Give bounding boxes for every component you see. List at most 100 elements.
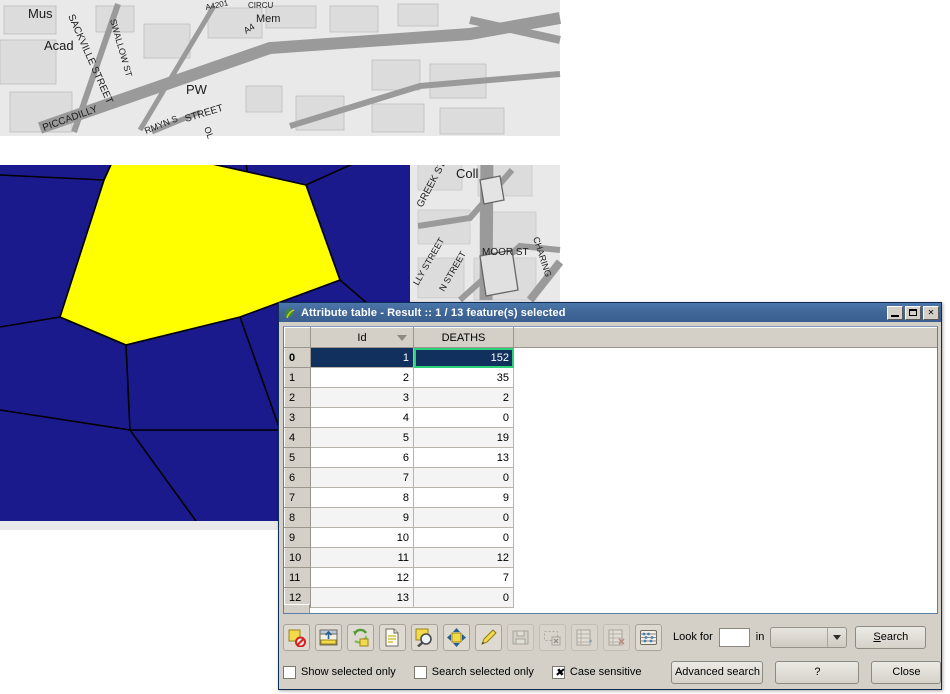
copy-selected-rows-icon[interactable] [379, 624, 406, 651]
cell-id[interactable]: 10 [311, 528, 414, 548]
maximize-button[interactable] [905, 306, 921, 320]
table-row[interactable]: 232 [285, 388, 514, 408]
table-body[interactable]: 0115212352323404519561367078989091001011… [285, 348, 514, 608]
cell-id[interactable]: 1 [311, 348, 414, 368]
attribute-grid-area[interactable]: Id DEATHS 011521235232340451956136707898… [283, 326, 938, 614]
unselect-all-icon[interactable] [283, 624, 310, 651]
svg-text:Acad: Acad [44, 38, 74, 53]
cell-deaths[interactable]: 35 [414, 368, 514, 388]
title-bar[interactable]: Attribute table - Result :: 1 / 13 featu… [279, 303, 941, 322]
row-header-cell[interactable]: 11 [285, 568, 311, 588]
cell-deaths[interactable]: 12 [414, 548, 514, 568]
row-header-cell[interactable]: 4 [285, 428, 311, 448]
cell-id[interactable]: 8 [311, 488, 414, 508]
column-header-deaths-label: DEATHS [442, 332, 486, 344]
delete-selected-icon[interactable] [539, 624, 566, 651]
row-header-cell[interactable]: 8 [285, 508, 311, 528]
save-edits-icon[interactable] [507, 624, 534, 651]
window-controls: ✕ [887, 306, 939, 320]
svg-text:MOOR ST: MOOR ST [482, 247, 529, 258]
table-row[interactable]: 01152 [285, 348, 514, 368]
row-header-cell[interactable]: 7 [285, 488, 311, 508]
table-row[interactable]: 340 [285, 408, 514, 428]
open-field-calculator-icon[interactable] [635, 624, 662, 651]
attribute-table-toolbar[interactable]: Look for in Search [283, 620, 938, 654]
row-header-cell[interactable]: 5 [285, 448, 311, 468]
close-icon: ✕ [924, 307, 938, 319]
row-header-cell[interactable]: 6 [285, 468, 311, 488]
search-button[interactable]: Search [855, 626, 926, 649]
case-sensitive-box[interactable] [552, 666, 565, 679]
help-button[interactable]: ? [775, 661, 859, 684]
table-row[interactable]: 9100 [285, 528, 514, 548]
delete-column-icon[interactable] [603, 624, 630, 651]
chevron-down-icon[interactable] [827, 628, 846, 647]
table-row[interactable]: 12130 [285, 588, 514, 608]
row-header-cell[interactable]: 2 [285, 388, 311, 408]
row-header-cell[interactable]: 9 [285, 528, 311, 548]
cell-deaths[interactable]: 0 [414, 468, 514, 488]
table-row[interactable]: 1235 [285, 368, 514, 388]
attribute-table-options-row[interactable]: Show selected only Search selected only … [283, 658, 938, 686]
cell-id[interactable]: 9 [311, 508, 414, 528]
table-header-row: Id DEATHS [285, 328, 514, 348]
cell-id[interactable]: 11 [311, 548, 414, 568]
cell-id[interactable]: 4 [311, 408, 414, 428]
minimize-button[interactable] [887, 306, 903, 320]
cell-deaths[interactable]: 0 [414, 408, 514, 428]
invert-selection-icon[interactable] [347, 624, 374, 651]
cell-deaths[interactable]: 7 [414, 568, 514, 588]
row-header-corner[interactable] [285, 328, 311, 348]
case-sensitive-label: Case sensitive [570, 666, 642, 678]
zoom-map-to-selected-icon[interactable] [411, 624, 438, 651]
move-selection-to-top-icon[interactable] [315, 624, 342, 651]
pan-map-to-selected-icon[interactable] [443, 624, 470, 651]
close-button[interactable]: Close [871, 661, 941, 684]
toggle-editing-mode-icon[interactable] [475, 624, 502, 651]
cell-id[interactable]: 13 [311, 588, 414, 608]
cell-id[interactable]: 7 [311, 468, 414, 488]
row-header-cell[interactable]: 3 [285, 408, 311, 428]
table-row[interactable]: 5613 [285, 448, 514, 468]
attribute-table[interactable]: Id DEATHS 011521235232340451956136707898… [284, 327, 514, 608]
search-input[interactable] [719, 628, 750, 647]
cell-id[interactable]: 6 [311, 448, 414, 468]
cell-deaths[interactable]: 19 [414, 428, 514, 448]
show-selected-only-box[interactable] [283, 666, 296, 679]
search-selected-only-box[interactable] [414, 666, 427, 679]
case-sensitive-checkbox[interactable]: Case sensitive [552, 666, 642, 679]
column-header-id[interactable]: Id [311, 328, 414, 348]
attribute-table-window[interactable]: Attribute table - Result :: 1 / 13 featu… [278, 302, 942, 690]
cell-id[interactable]: 12 [311, 568, 414, 588]
row-header-cell[interactable]: 1 [285, 368, 311, 388]
table-row[interactable]: 890 [285, 508, 514, 528]
table-row[interactable]: 4519 [285, 428, 514, 448]
cell-deaths[interactable]: 0 [414, 588, 514, 608]
show-selected-only-checkbox[interactable]: Show selected only [283, 666, 396, 679]
cell-id[interactable]: 5 [311, 428, 414, 448]
row-header-cell[interactable]: 0 [285, 348, 311, 368]
table-row[interactable]: 670 [285, 468, 514, 488]
search-button-label-rest: earch [881, 631, 909, 643]
cell-id[interactable]: 2 [311, 368, 414, 388]
svg-text:Mus: Mus [28, 6, 53, 21]
table-row[interactable]: 11127 [285, 568, 514, 588]
cell-deaths[interactable]: 2 [414, 388, 514, 408]
table-row[interactable]: 789 [285, 488, 514, 508]
cell-deaths[interactable]: 9 [414, 488, 514, 508]
sort-descending-icon [397, 335, 407, 341]
cell-deaths[interactable]: 152 [414, 348, 514, 368]
cell-deaths[interactable]: 0 [414, 528, 514, 548]
row-header-cell[interactable]: 10 [285, 548, 311, 568]
search-selected-only-checkbox[interactable]: Search selected only [414, 666, 534, 679]
close-window-button[interactable]: ✕ [923, 306, 939, 320]
table-row[interactable]: 101112 [285, 548, 514, 568]
cell-id[interactable]: 3 [311, 388, 414, 408]
look-for-label: Look for [673, 631, 713, 643]
cell-deaths[interactable]: 13 [414, 448, 514, 468]
search-field-select[interactable] [770, 627, 847, 648]
advanced-search-button[interactable]: Advanced search [671, 661, 763, 684]
column-header-deaths[interactable]: DEATHS [414, 328, 514, 348]
cell-deaths[interactable]: 0 [414, 508, 514, 528]
new-column-icon[interactable] [571, 624, 598, 651]
